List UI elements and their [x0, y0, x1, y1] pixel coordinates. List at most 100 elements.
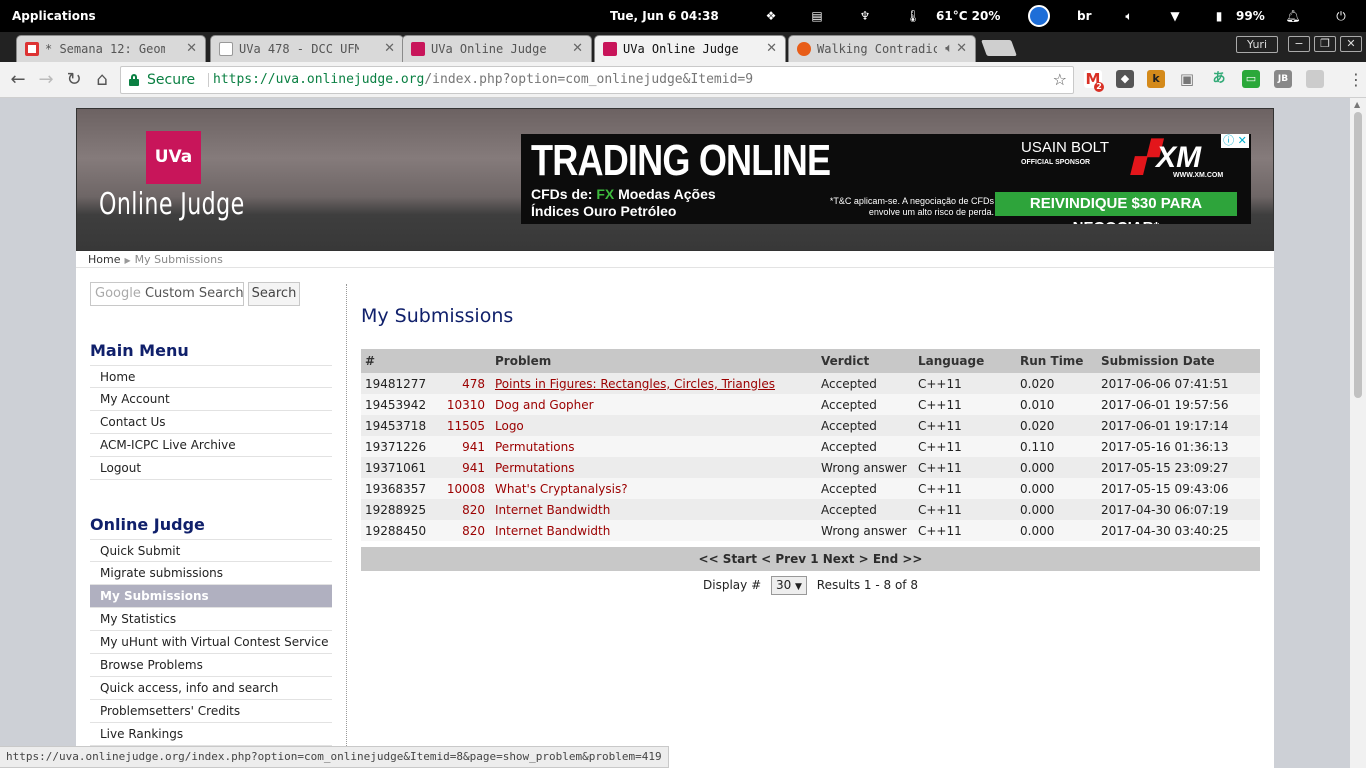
col-header-problem: Problem: [491, 349, 817, 373]
problem-title[interactable]: Dog and Gopher: [491, 394, 817, 415]
verdict: Accepted: [817, 499, 914, 520]
tab-uva-478-dcc[interactable]: UVa 478 - DCC UFMG ✕: [210, 35, 404, 62]
oj-menu-browse-problems[interactable]: Browse Problems: [90, 654, 332, 677]
problem-number[interactable]: 820: [441, 499, 491, 520]
display-count-select[interactable]: 30 ▼: [770, 576, 807, 595]
problem-number[interactable]: 478: [441, 373, 491, 394]
submission-date: 2017-05-16 01:36:13: [1097, 436, 1260, 457]
main-menu-live-archive[interactable]: ACM-ICPC Live Archive: [90, 434, 332, 457]
oj-menu-quick-access[interactable]: Quick access, info and search: [90, 677, 332, 700]
oj-menu-live-rankings[interactable]: Live Rankings: [90, 723, 332, 746]
translate-icon[interactable]: あ: [1210, 70, 1228, 88]
clock[interactable]: Tue, Jun 6 04:38: [610, 0, 719, 32]
applications-menu[interactable]: Applications: [12, 0, 96, 32]
oj-menu-uhunt[interactable]: My uHunt with Virtual Contest Service: [90, 631, 332, 654]
extension-k-icon[interactable]: k: [1147, 70, 1165, 88]
run-time: 0.000: [1016, 520, 1097, 541]
close-icon[interactable]: ✕: [956, 36, 967, 62]
reload-icon[interactable]: ↻: [62, 68, 86, 92]
main-menu-logout[interactable]: Logout: [90, 457, 332, 480]
tab-title: UVa 478 - DCC UFMG: [239, 42, 359, 56]
ad-brand-url: WWW.XM.COM: [1173, 172, 1224, 179]
wifi-icon[interactable]: ▼: [1166, 0, 1184, 32]
power-icon[interactable]: ⏻: [1332, 0, 1350, 32]
camera-icon[interactable]: ▣: [1178, 70, 1196, 88]
verdict: Wrong answer: [817, 520, 914, 541]
network-tool-icon[interactable]: ♆: [856, 0, 874, 32]
address-bar[interactable]: Secure https://uva.onlinejudge.org/index…: [120, 66, 1074, 94]
extension-shield-icon[interactable]: ◆: [1116, 70, 1134, 88]
pager-end[interactable]: End >>: [873, 552, 923, 566]
adchoices-close-icon[interactable]: ⓘ ✕: [1221, 134, 1249, 148]
uva-logo[interactable]: UVa: [146, 131, 201, 184]
oj-menu-my-submissions[interactable]: My Submissions: [90, 585, 332, 608]
close-icon[interactable]: ✕: [384, 36, 395, 62]
keyboard-layout[interactable]: br: [1077, 0, 1092, 32]
main-menu-contact-us[interactable]: Contact Us: [90, 411, 332, 434]
forward-icon[interactable]: →: [34, 68, 58, 92]
problem-number[interactable]: 941: [441, 457, 491, 478]
teamviewer-icon[interactable]: [1028, 5, 1050, 27]
scrollbar-thumb[interactable]: [1354, 112, 1362, 398]
bookmark-star-icon[interactable]: ☆: [1053, 67, 1067, 93]
problem-number[interactable]: 10310: [441, 394, 491, 415]
new-tab-button[interactable]: [981, 40, 1017, 56]
url-text[interactable]: https://uva.onlinejudge.org/index.php?op…: [213, 67, 753, 93]
tab-semana-12[interactable]: * Semana 12: Geomet ✕: [16, 35, 206, 62]
scroll-up-icon[interactable]: ▲: [1354, 100, 1360, 109]
speaker-icon[interactable]: 🔈︎: [945, 36, 953, 62]
extension-blank-icon[interactable]: [1306, 70, 1324, 88]
problem-title[interactable]: Internet Bandwidth: [491, 499, 817, 520]
chevron-right-icon: ▶: [124, 256, 131, 265]
close-icon[interactable]: ✕: [572, 36, 583, 62]
problem-title[interactable]: Permutations: [491, 457, 817, 478]
tv-extension-icon[interactable]: ▭: [1242, 70, 1260, 88]
problem-title[interactable]: Points in Figures: Rectangles, Circles, …: [491, 373, 817, 394]
tab-walking-contradiction[interactable]: Walking Contradic 🔈︎ ✕: [788, 35, 976, 62]
pager-prev[interactable]: < Prev: [761, 552, 806, 566]
search-input[interactable]: Google Custom Search: [90, 282, 244, 306]
tab-uva-online-judge-1[interactable]: UVa Online Judge ✕: [402, 35, 592, 62]
main-menu-home[interactable]: Home: [90, 365, 332, 388]
oj-menu-quick-submit[interactable]: Quick Submit: [90, 539, 332, 562]
main-menu-my-account[interactable]: My Account: [90, 388, 332, 411]
problem-title[interactable]: Internet Bandwidth: [491, 520, 817, 541]
page-scrollbar[interactable]: ▲: [1350, 98, 1366, 768]
close-icon[interactable]: ✕: [186, 36, 197, 62]
pager-start[interactable]: << Start: [699, 552, 757, 566]
volume-icon[interactable]: 🔈︎: [1120, 0, 1138, 32]
minimize-button[interactable]: −: [1288, 36, 1310, 52]
jb-extension-icon[interactable]: JB: [1274, 70, 1292, 88]
browser-menu-icon[interactable]: ⋮: [1348, 70, 1364, 90]
close-icon[interactable]: ✕: [766, 36, 777, 62]
dropbox-icon[interactable]: ❖: [762, 0, 780, 32]
problem-title[interactable]: Permutations: [491, 436, 817, 457]
problem-title[interactable]: Logo: [491, 415, 817, 436]
home-icon[interactable]: ⌂: [90, 68, 114, 92]
oj-menu-my-statistics[interactable]: My Statistics: [90, 608, 332, 631]
problem-title[interactable]: What's Cryptanalysis?: [491, 478, 817, 499]
notes-icon[interactable]: ▤: [808, 0, 826, 32]
back-icon[interactable]: ←: [6, 68, 30, 92]
battery-icon[interactable]: ▮: [1210, 0, 1228, 32]
main-menu: Home My Account Contact Us ACM-ICPC Live…: [90, 365, 332, 480]
notifications-icon[interactable]: 🔔︎: [1284, 0, 1302, 32]
close-window-button[interactable]: ✕: [1340, 36, 1362, 52]
site-title[interactable]: Online Judge: [99, 187, 245, 222]
pager-next[interactable]: Next >: [823, 552, 869, 566]
submission-id: 19368357: [361, 478, 441, 499]
advertisement-banner[interactable]: TRADING ONLINE CFDs de: FX Moedas Ações …: [521, 134, 1251, 224]
ad-cta-button[interactable]: REIVINDIQUE $30 PARA NEGOCIAR*: [995, 192, 1237, 224]
problem-number[interactable]: 10008: [441, 478, 491, 499]
profile-button[interactable]: Yuri: [1236, 36, 1279, 53]
problem-number[interactable]: 941: [441, 436, 491, 457]
oj-menu-problemsetters-credits[interactable]: Problemsetters' Credits: [90, 700, 332, 723]
search-button[interactable]: Search: [248, 282, 300, 306]
breadcrumb-home[interactable]: Home: [88, 253, 120, 266]
verdict: Accepted: [817, 373, 914, 394]
maximize-button[interactable]: ❐: [1314, 36, 1336, 52]
tab-uva-online-judge-active[interactable]: UVa Online Judge ✕: [594, 35, 786, 63]
problem-number[interactable]: 11505: [441, 415, 491, 436]
problem-number[interactable]: 820: [441, 520, 491, 541]
oj-menu-migrate-submissions[interactable]: Migrate submissions: [90, 562, 332, 585]
